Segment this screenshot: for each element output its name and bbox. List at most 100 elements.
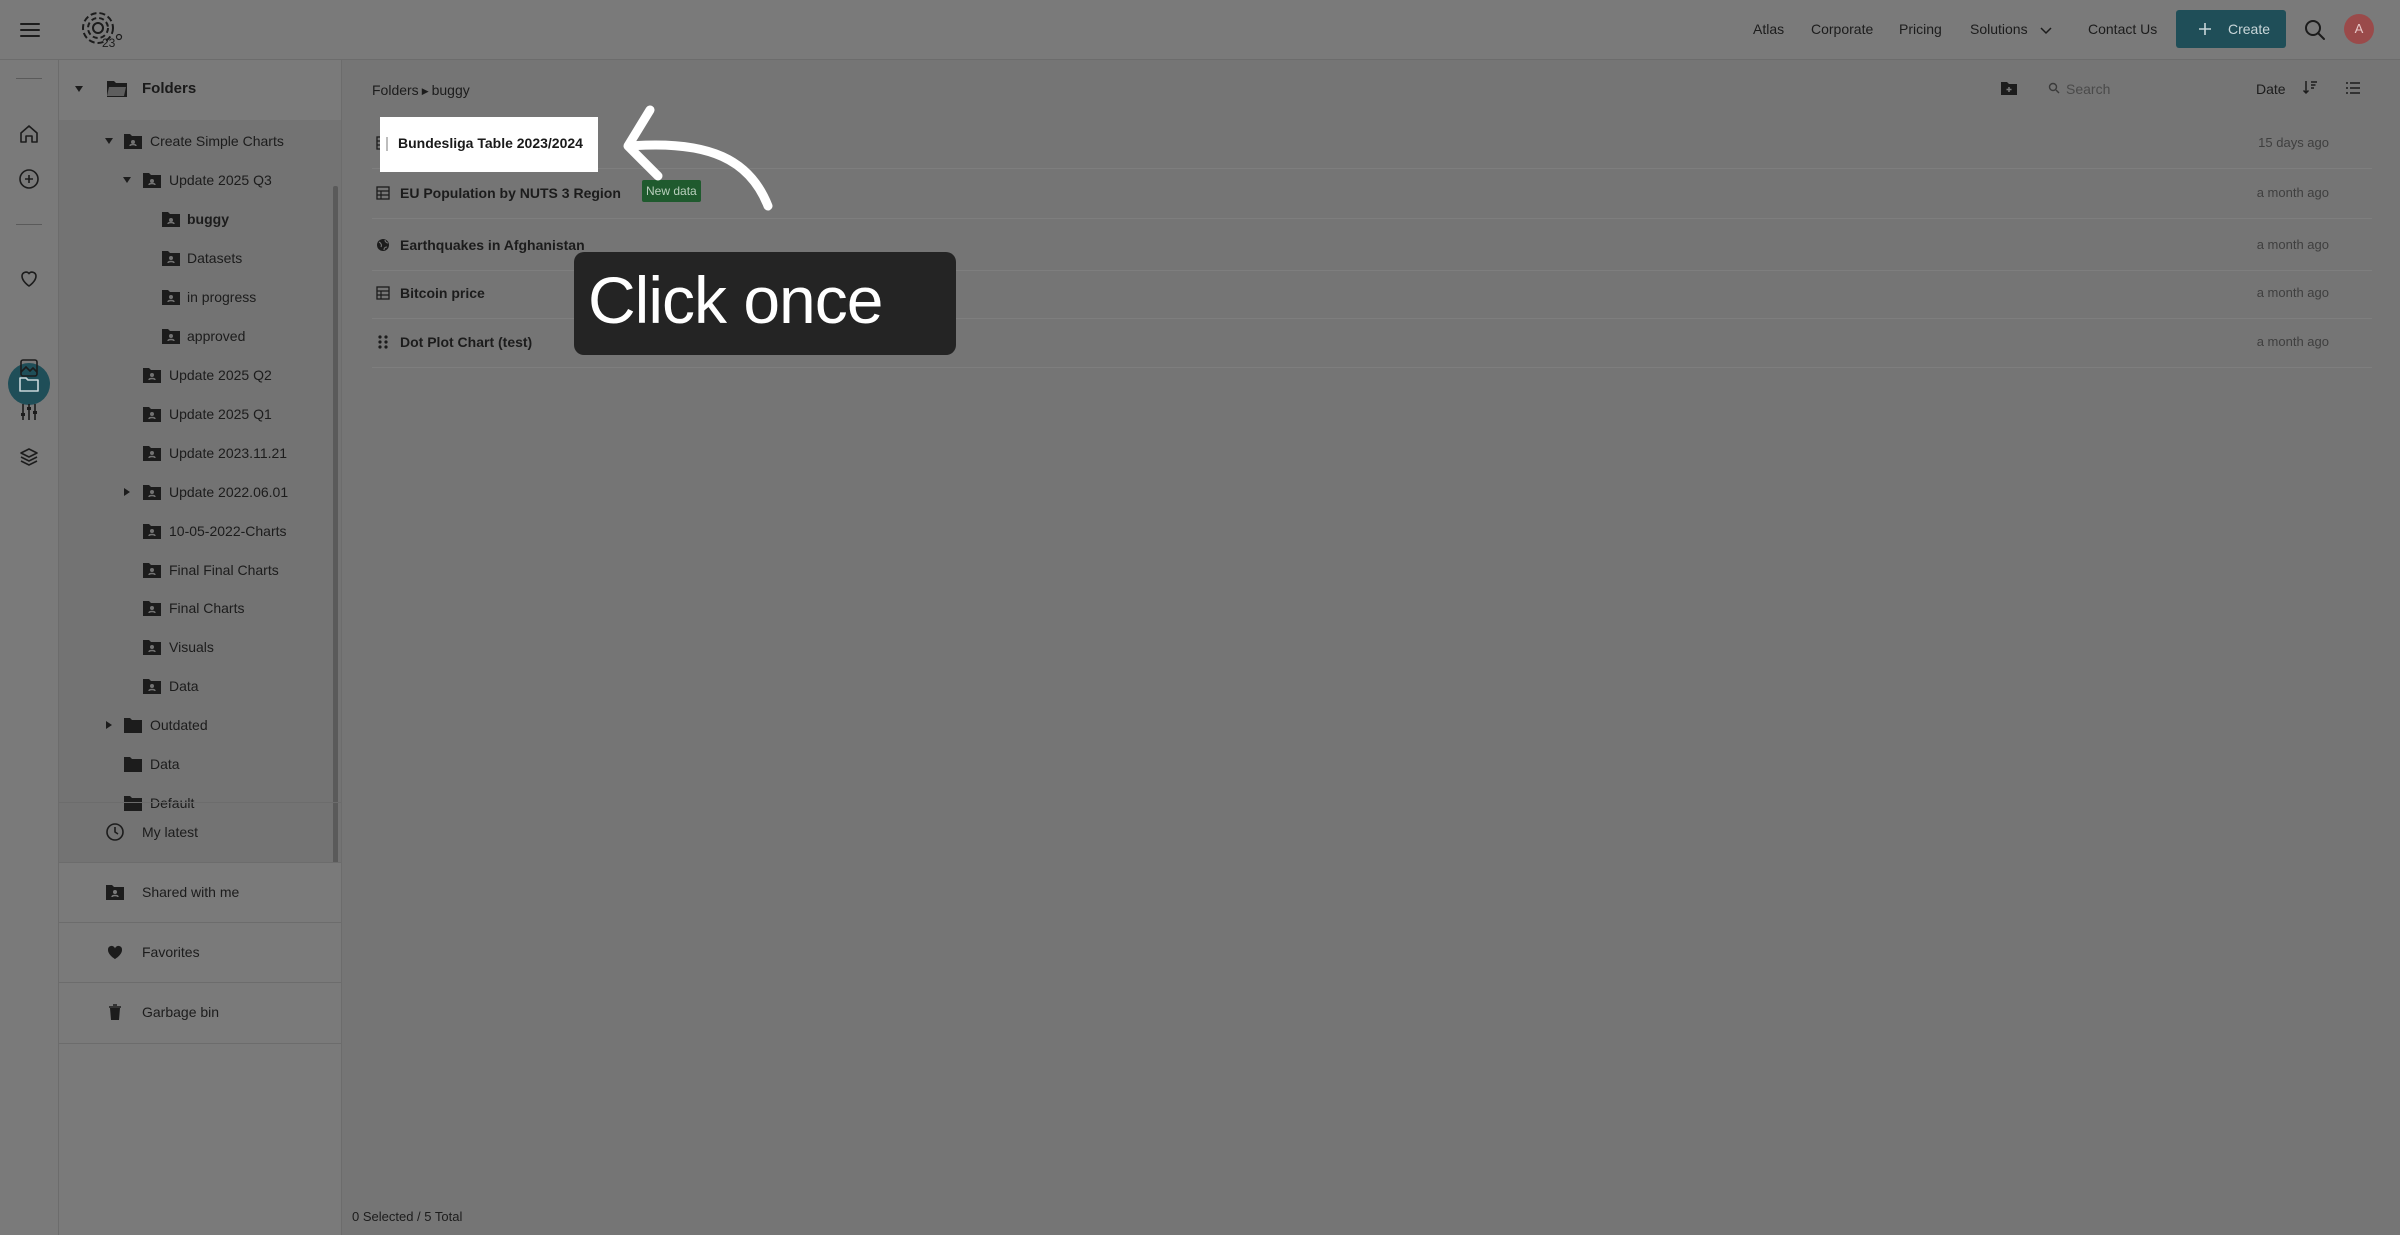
heart-icon[interactable]	[17, 266, 41, 290]
create-button[interactable]: Create	[2176, 10, 2286, 48]
folder-tree[interactable]: Create Simple Charts Update 2025 Q3 bugg…	[59, 120, 341, 862]
shared-folder-icon	[161, 288, 181, 306]
my-latest-label: My latest	[142, 824, 199, 840]
my-latest-item[interactable]: My latest	[59, 802, 341, 863]
expanded-triangle-icon[interactable]	[123, 176, 131, 184]
nav-atlas[interactable]: Atlas	[1753, 0, 1784, 59]
favorites-item[interactable]: Favorites	[59, 922, 341, 983]
breadcrumb-root[interactable]: Folders	[372, 82, 419, 98]
shared-folder-icon	[161, 249, 181, 267]
highlighted-target[interactable]: Bundesliga Table 2023/2024	[380, 117, 598, 172]
clock-icon	[105, 822, 125, 842]
new-folder-icon[interactable]	[2000, 80, 2018, 96]
tree-node[interactable]: Datasets	[59, 247, 319, 271]
add-circle-icon[interactable]	[17, 167, 41, 191]
tree-node[interactable]: approved	[59, 325, 319, 349]
item-name[interactable]: EU Population by NUTS 3 Region	[400, 185, 621, 201]
shared-folder-icon	[105, 882, 125, 902]
tree-node-label: 10-05-2022-Charts	[169, 523, 287, 539]
brand-logo[interactable]: 23	[80, 10, 124, 50]
item-name[interactable]: Earthquakes in Afghanistan	[400, 237, 585, 253]
tree-node[interactable]: Outdated	[59, 714, 319, 738]
shared-folder-icon	[161, 327, 181, 345]
tree-node[interactable]: Update 2025 Q1	[59, 403, 319, 427]
tree-node[interactable]: Update 2023.11.21	[59, 442, 319, 466]
tree-node-label: buggy	[187, 211, 229, 227]
top-bar: 23 Atlas Corporate Pricing Solutions Con…	[0, 0, 2400, 60]
folder-panel: Folders Create Simple Charts Update 2025…	[59, 60, 342, 1235]
breadcrumb-current: buggy	[431, 82, 470, 98]
instruction-tooltip: Click once	[574, 252, 956, 355]
garbage-bin-item[interactable]: Garbage bin	[59, 982, 341, 1044]
tree-scrollbar-thumb[interactable]	[333, 186, 338, 862]
svg-text:23: 23	[102, 36, 116, 50]
tree-node-label: Update 2025 Q1	[169, 406, 272, 422]
tree-node-label: Update 2025 Q2	[169, 367, 272, 383]
sliders-icon[interactable]	[17, 400, 41, 424]
nav-contact-us[interactable]: Contact Us	[2088, 0, 2157, 59]
shared-folder-icon	[142, 638, 162, 656]
tree-node[interactable]: 10-05-2022-Charts	[59, 520, 319, 544]
plus-icon	[2198, 22, 2212, 36]
folder-icon	[123, 755, 143, 773]
item-name[interactable]: Dot Plot Chart (test)	[400, 334, 532, 350]
collapsed-triangle-icon[interactable]	[105, 721, 113, 729]
tree-node-selected[interactable]: buggy	[59, 208, 319, 232]
highlighted-item-name[interactable]: Bundesliga Table 2023/2024	[398, 135, 583, 151]
tree-node[interactable]: Final Charts	[59, 597, 319, 621]
item-date: 15 days ago	[2258, 135, 2329, 150]
item-date: a month ago	[2256, 237, 2329, 252]
rail-divider	[16, 224, 42, 225]
tree-node-label: Data	[169, 678, 199, 694]
nav-corporate[interactable]: Corporate	[1811, 0, 1873, 59]
tree-node[interactable]: Update 2022.06.01	[59, 481, 319, 505]
tree-node-label: Update 2025 Q3	[169, 172, 272, 188]
layers-icon[interactable]	[17, 445, 41, 469]
tree-node[interactable]: in progress	[59, 286, 319, 310]
hamburger-menu-icon[interactable]	[18, 18, 42, 42]
tree-node[interactable]: Create Simple Charts	[59, 130, 319, 154]
table-icon	[376, 186, 390, 200]
search-input[interactable]	[2062, 78, 2230, 100]
highlight-edge	[386, 137, 388, 151]
tree-node[interactable]: Data	[59, 753, 319, 777]
folders-header[interactable]: Folders	[59, 60, 341, 120]
search-field[interactable]	[2048, 78, 2230, 100]
folders-header-label: Folders	[142, 80, 197, 97]
search-icon	[2048, 82, 2060, 94]
rail-divider	[16, 78, 42, 79]
tree-scrollbar[interactable]	[333, 180, 339, 862]
tree-node[interactable]: Data	[59, 675, 319, 699]
tree-node[interactable]: Final Final Charts	[59, 559, 319, 583]
shared-folder-icon	[142, 483, 162, 501]
nav-pricing[interactable]: Pricing	[1899, 0, 1942, 59]
main-content: Folders▶buggy Date Bundesliga Table 2023…	[342, 60, 2400, 1235]
user-avatar[interactable]: A	[2344, 14, 2374, 44]
tree-node[interactable]: Update 2025 Q2	[59, 364, 319, 388]
expanded-triangle-icon[interactable]	[105, 137, 113, 145]
sort-label[interactable]: Date	[2256, 81, 2286, 97]
item-name[interactable]: Bitcoin price	[400, 285, 485, 301]
collapsed-triangle-icon[interactable]	[123, 488, 131, 496]
collapse-triangle-icon[interactable]	[75, 85, 83, 93]
item-date: a month ago	[2256, 285, 2329, 300]
sort-descending-icon[interactable]	[2302, 79, 2318, 95]
home-icon[interactable]	[17, 122, 41, 146]
shared-folder-icon	[142, 171, 162, 189]
tree-node-label: Final Charts	[169, 600, 245, 616]
shared-folder-icon	[142, 561, 162, 579]
tree-node[interactable]: Visuals	[59, 636, 319, 660]
tree-node-label: Update 2022.06.01	[169, 484, 289, 500]
shared-with-me-item[interactable]: Shared with me	[59, 862, 341, 923]
shared-folder-icon	[142, 522, 162, 540]
open-folder-icon	[105, 78, 129, 100]
chevron-down-icon[interactable]	[2038, 22, 2054, 38]
tree-node[interactable]: Update 2025 Q3	[59, 169, 319, 193]
search-icon[interactable]	[2304, 19, 2326, 41]
list-view-icon[interactable]	[2345, 80, 2361, 96]
left-rail	[0, 60, 59, 1235]
image-icon[interactable]	[17, 356, 41, 380]
garbage-bin-label: Garbage bin	[142, 1004, 220, 1020]
nav-solutions[interactable]: Solutions	[1970, 0, 2028, 59]
table-icon	[376, 286, 390, 300]
